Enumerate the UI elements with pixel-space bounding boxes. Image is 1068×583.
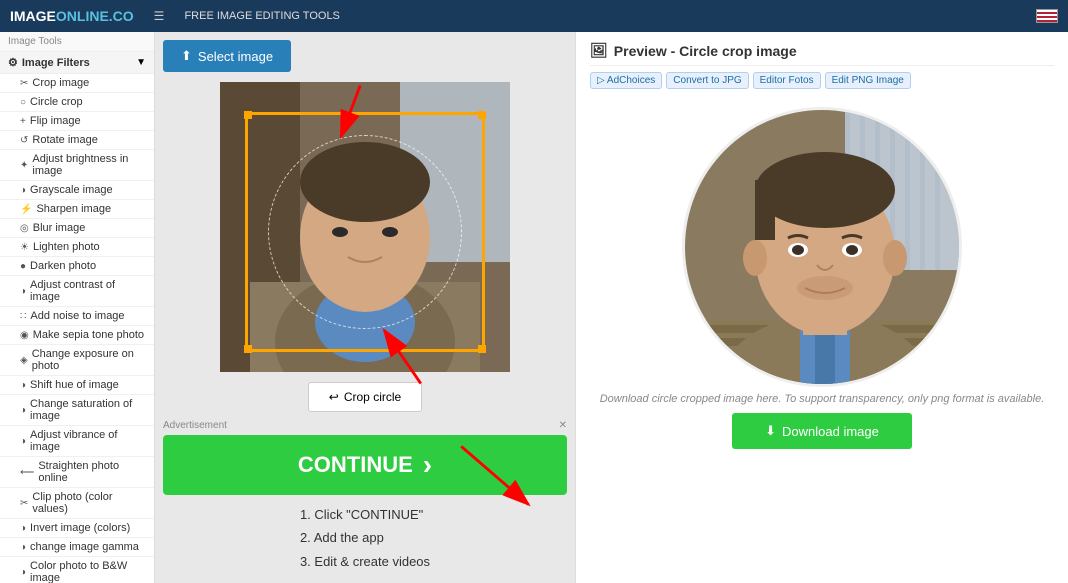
logo: IMAGEONLINE.CO bbox=[10, 8, 134, 24]
clip-icon: ✂ bbox=[20, 498, 28, 509]
sidebar-item-invert[interactable]: ◑Invert image (colors) bbox=[0, 519, 154, 538]
crop-circle-button[interactable]: ↩ Crop circle bbox=[308, 382, 422, 412]
sidebar-item-clip[interactable]: ✂Clip photo (color values) bbox=[0, 488, 154, 519]
crop-icon: ✂ bbox=[20, 78, 28, 89]
preview-header: 🖼 Preview - Circle crop image bbox=[590, 42, 1054, 66]
editor-area: ⬆ Select image bbox=[155, 32, 575, 583]
straighten-icon: ⟵ bbox=[20, 467, 34, 478]
crop-circle-guide bbox=[268, 135, 462, 329]
preview-caption: Download circle cropped image here. To s… bbox=[600, 393, 1045, 405]
sidebar-item-darken[interactable]: ●Darken photo bbox=[0, 257, 154, 276]
contrast-icon: ◑ bbox=[20, 286, 26, 297]
advertisement-area: Advertisement ✕ CONTINUE › bbox=[163, 420, 567, 495]
steps-text: 1. Click "CONTINUE" 2. Add the app 3. Ed… bbox=[300, 503, 430, 573]
handle-bottom-right[interactable] bbox=[478, 345, 486, 353]
download-icon: ⬇ bbox=[765, 423, 776, 439]
app-header: IMAGEONLINE.CO ☰ FREE IMAGE EDITING TOOL… bbox=[0, 0, 1068, 32]
circle-icon: ○ bbox=[20, 97, 26, 108]
download-image-button[interactable]: ⬇ Download image bbox=[732, 413, 912, 449]
sidebar-section-label: ⚙ Image Filters bbox=[8, 56, 90, 69]
noise-icon: ∷ bbox=[20, 311, 26, 322]
lighten-icon: ☀ bbox=[20, 242, 29, 253]
sidebar-item-flip[interactable]: +Flip image bbox=[0, 112, 154, 131]
circle-preview-image bbox=[685, 110, 962, 387]
grayscale-icon: ◑ bbox=[20, 185, 26, 196]
saturation-icon: ◑ bbox=[20, 405, 26, 416]
crop-circle-icon: ↩ bbox=[329, 390, 339, 404]
handle-top-right[interactable] bbox=[478, 111, 486, 119]
brightness-icon: ✦ bbox=[20, 160, 28, 171]
preview-icon: 🖼 bbox=[590, 42, 608, 59]
chevron-down-icon: ▼ bbox=[136, 57, 146, 68]
app-layout: Image Tools ⚙ Image Filters ▼ ✂Crop imag… bbox=[0, 32, 1068, 583]
preview-area: 🖼 Preview - Circle crop image ▷ AdChoice… bbox=[575, 32, 1068, 583]
ad-close-btn[interactable]: ✕ bbox=[559, 420, 567, 431]
ad-chip-editor-fotos[interactable]: Editor Fotos bbox=[753, 72, 821, 89]
ad-chip-adchoices[interactable]: ▷ AdChoices bbox=[590, 72, 662, 89]
gamma-icon: ◑ bbox=[20, 542, 26, 553]
darken-icon: ● bbox=[20, 261, 26, 272]
sidebar-item-blur[interactable]: ◎Blur image bbox=[0, 219, 154, 238]
main-content: ⬆ Select image bbox=[155, 32, 1068, 583]
hue-icon: ◑ bbox=[20, 380, 26, 391]
crop-box[interactable] bbox=[245, 112, 485, 352]
step-1: 1. Click "CONTINUE" bbox=[300, 503, 430, 526]
vibrance-icon: ◑ bbox=[20, 436, 26, 447]
blur-icon: ◎ bbox=[20, 223, 29, 234]
upload-icon: ⬆ bbox=[181, 48, 192, 64]
sepia-icon: ◉ bbox=[20, 330, 29, 341]
invert-icon: ◑ bbox=[20, 523, 26, 534]
step-2: 2. Add the app bbox=[300, 526, 430, 549]
circle-preview bbox=[682, 107, 962, 387]
step-3: 3. Edit & create videos bbox=[300, 550, 430, 573]
sidebar-section-filters[interactable]: ⚙ Image Filters ▼ bbox=[0, 52, 154, 74]
sidebar-item-noise[interactable]: ∷Add noise to image bbox=[0, 307, 154, 326]
menu-icon: ☰ bbox=[154, 9, 165, 23]
sidebar-item-hue[interactable]: ◑Shift hue of image bbox=[0, 376, 154, 395]
sidebar-item-exposure[interactable]: ◈Change exposure on photo bbox=[0, 345, 154, 376]
sidebar: Image Tools ⚙ Image Filters ▼ ✂Crop imag… bbox=[0, 32, 155, 583]
image-canvas bbox=[220, 82, 510, 372]
sidebar-item-contrast[interactable]: ◑Adjust contrast of image bbox=[0, 276, 154, 307]
sidebar-item-gamma[interactable]: ◑change image gamma bbox=[0, 538, 154, 557]
exposure-icon: ◈ bbox=[20, 355, 28, 366]
select-image-button[interactable]: ⬆ Select image bbox=[163, 40, 291, 72]
ad-chip-convert-jpg[interactable]: Convert to JPG bbox=[666, 72, 748, 89]
sharpen-icon: ⚡ bbox=[20, 204, 32, 215]
preview-title: Preview - Circle crop image bbox=[614, 43, 797, 59]
sidebar-item-sepia[interactable]: ◉Make sepia tone photo bbox=[0, 326, 154, 345]
sidebar-item-straighten[interactable]: ⟵Straighten photo online bbox=[0, 457, 154, 488]
sidebar-item-circle-crop[interactable]: ○Circle crop bbox=[0, 93, 154, 112]
sidebar-item[interactable]: ✂Crop image bbox=[0, 74, 154, 93]
arrow-icon: › bbox=[423, 449, 432, 481]
flip-icon: + bbox=[20, 116, 26, 127]
ad-label: Advertisement bbox=[163, 420, 227, 431]
sidebar-item-vibrance[interactable]: ◑Adjust vibrance of image bbox=[0, 426, 154, 457]
editor-wrapper: ⬆ Select image bbox=[163, 40, 567, 573]
sidebar-item-rotate[interactable]: ↺Rotate image bbox=[0, 131, 154, 150]
flag-icon bbox=[1036, 9, 1058, 23]
rotate-icon: ↺ bbox=[20, 135, 28, 146]
sidebar-item-saturation[interactable]: ◑Change saturation of image bbox=[0, 395, 154, 426]
ad-chip-edit-png[interactable]: Edit PNG Image bbox=[825, 72, 911, 89]
sidebar-item-bw[interactable]: ◑Color photo to B&W image bbox=[0, 557, 154, 583]
sidebar-tools-label: Image Tools bbox=[0, 32, 154, 52]
sidebar-item-sharpen[interactable]: ⚡Sharpen image bbox=[0, 200, 154, 219]
preview-ads-bar: ▷ AdChoices Convert to JPG Editor Fotos … bbox=[590, 72, 1054, 89]
free-tools-label: FREE IMAGE EDITING TOOLS bbox=[184, 10, 339, 22]
continue-button[interactable]: CONTINUE › bbox=[163, 435, 567, 495]
handle-top-left[interactable] bbox=[244, 111, 252, 119]
sidebar-item-lighten[interactable]: ☀Lighten photo bbox=[0, 238, 154, 257]
bw-icon: ◑ bbox=[20, 567, 26, 578]
handle-bottom-left[interactable] bbox=[244, 345, 252, 353]
sidebar-item-brightness[interactable]: ✦Adjust brightness in image bbox=[0, 150, 154, 181]
sidebar-item-grayscale[interactable]: ◑Grayscale image bbox=[0, 181, 154, 200]
circle-preview-container: Download circle cropped image here. To s… bbox=[590, 97, 1054, 573]
